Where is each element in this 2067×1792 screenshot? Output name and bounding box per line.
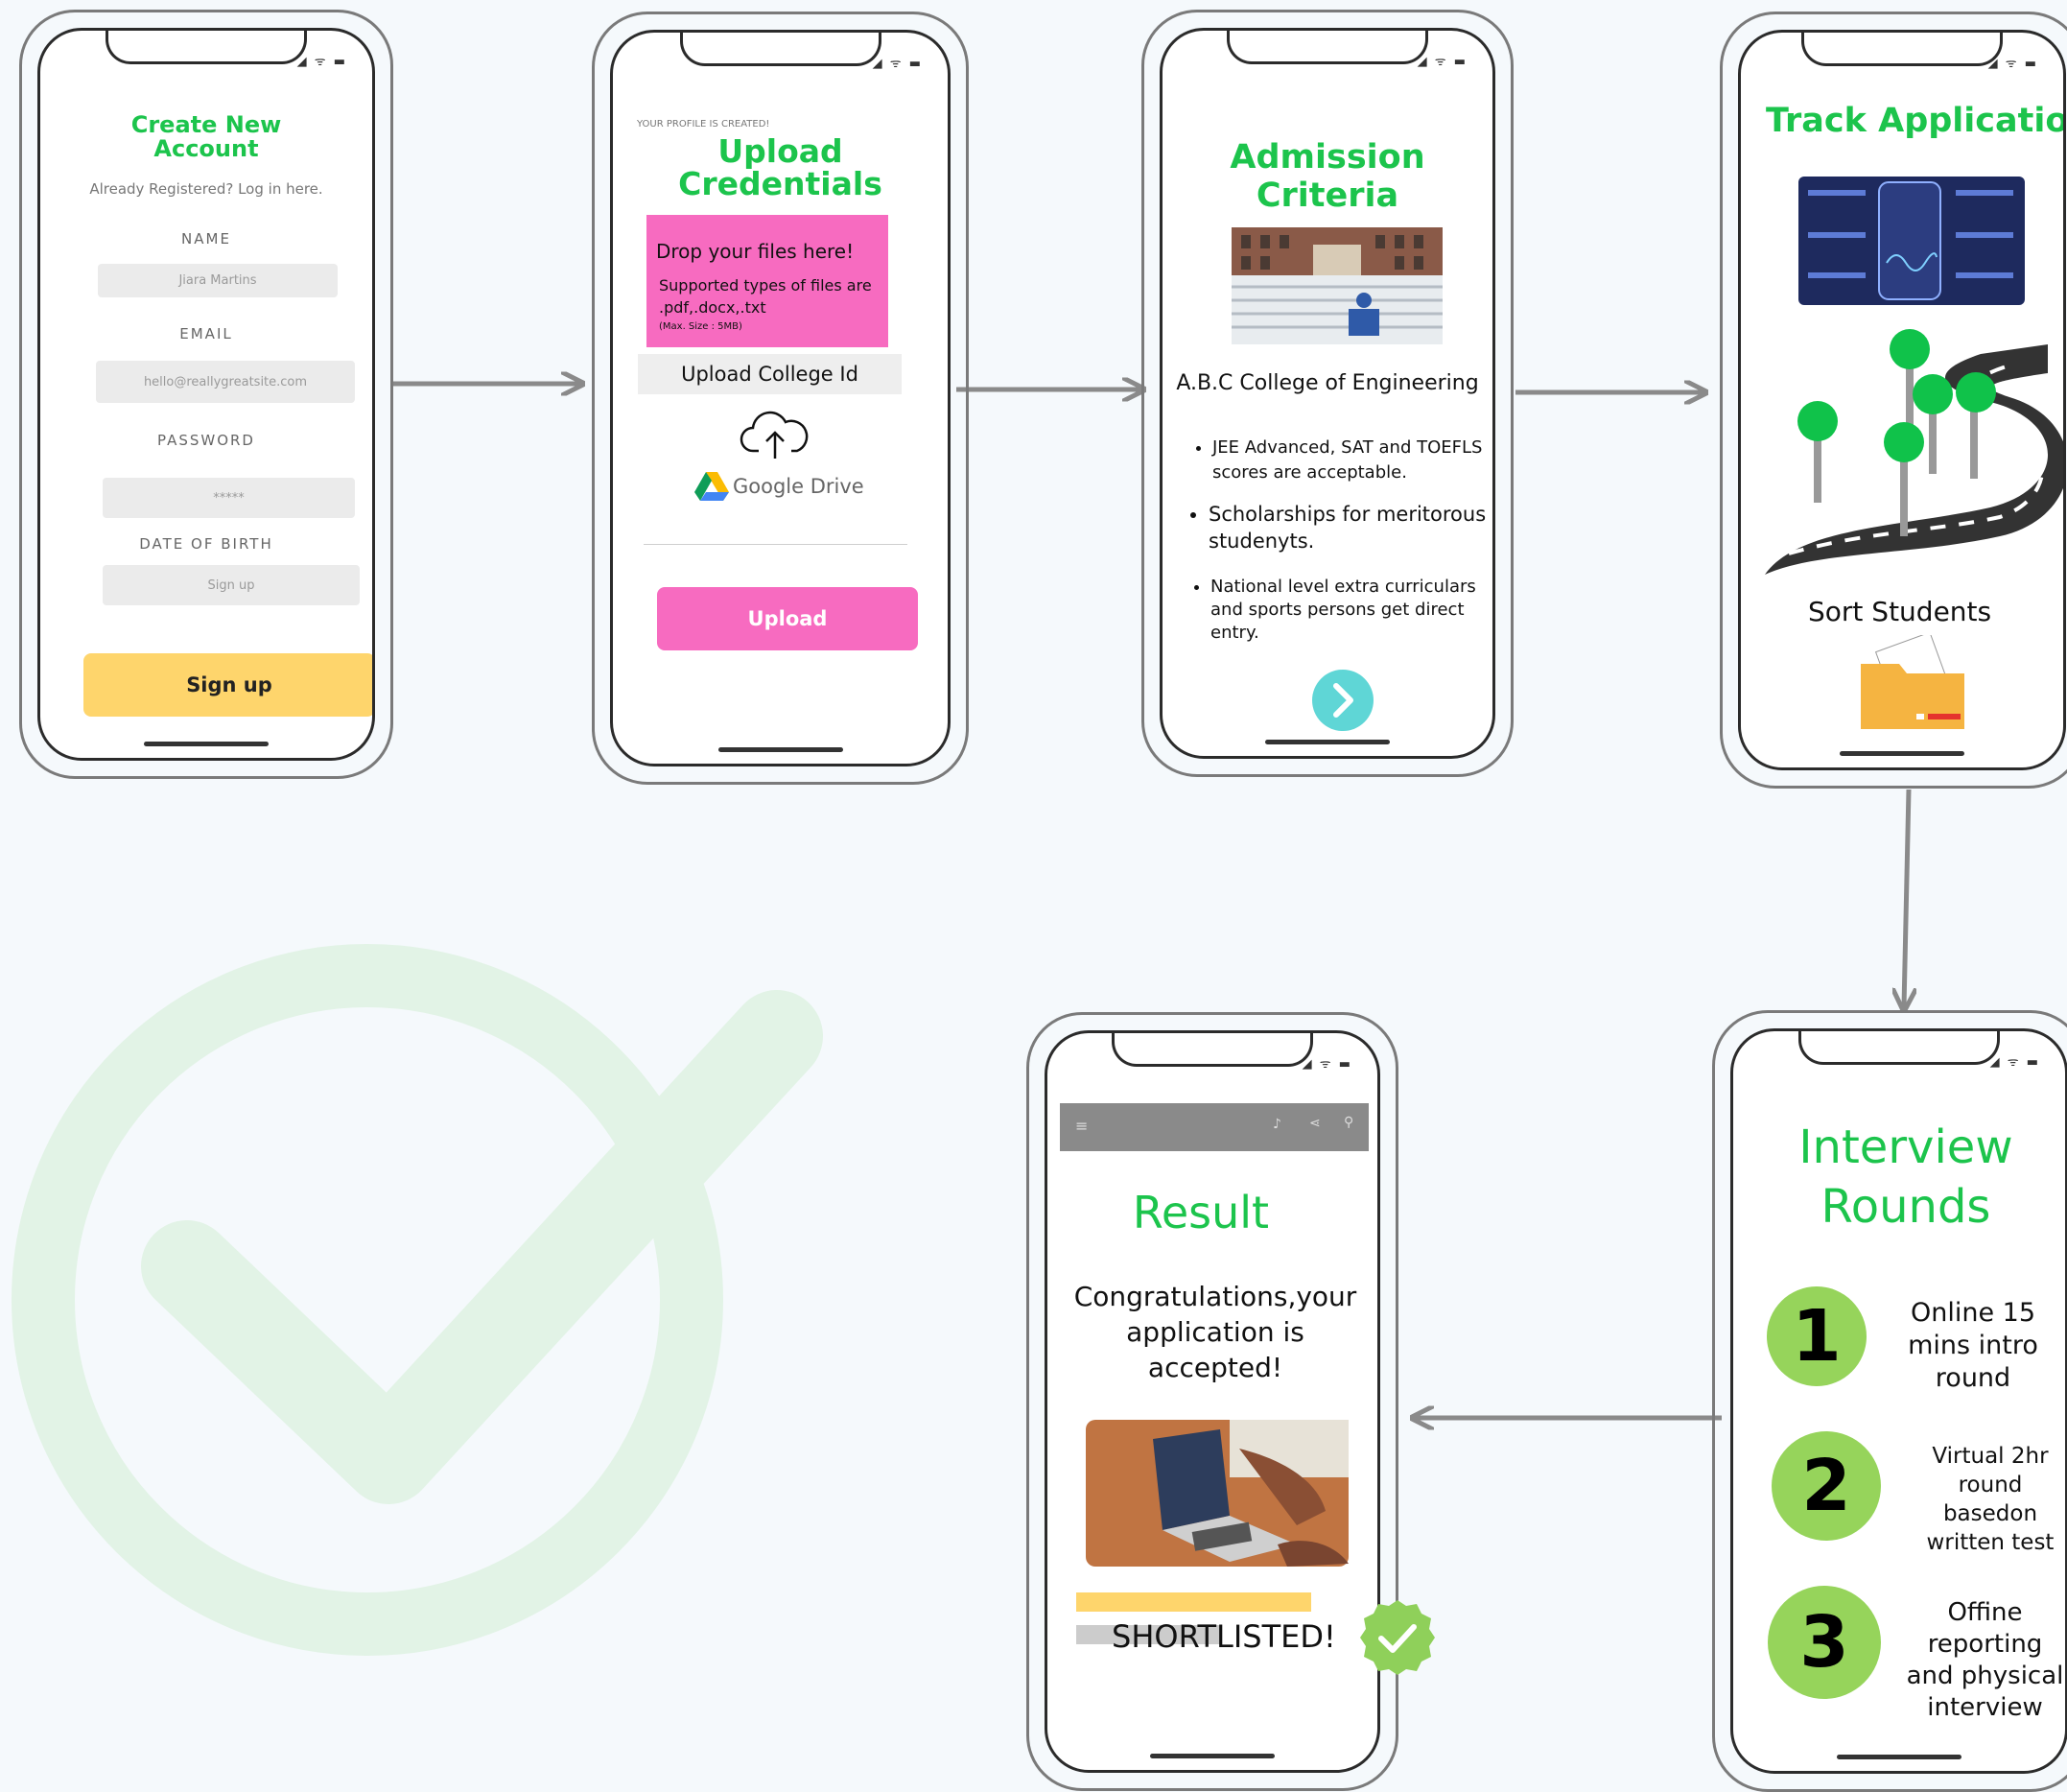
drop-title: Drop your files here!: [656, 240, 855, 263]
menu-icon[interactable]: ≡: [1075, 1117, 1088, 1135]
next-arrow-icon[interactable]: [1311, 669, 1374, 732]
password-field[interactable]: *****: [103, 478, 355, 518]
phone-interview-rounds: ◢ ᯤ ▬ Interview Rounds 1 Online 15 mins …: [1712, 1010, 2067, 1792]
screen: ◢ ᯤ ▬ YOUR PROFILE IS CREATED! Upload Cr…: [610, 30, 951, 766]
name-label: NAME: [181, 230, 231, 248]
home-indicator: [1840, 751, 1964, 756]
drop-types: Supported types of files are .pdf,.docx,…: [659, 276, 872, 317]
arrow-4: [1904, 789, 1909, 1007]
page-title: Upload Credentials: [678, 132, 882, 202]
status-bar-icons: ◢ ᯤ ▬: [872, 57, 923, 71]
road-map-illustration: [1765, 329, 2063, 575]
round-number-badge: 2: [1772, 1431, 1881, 1541]
name-field[interactable]: Jiara Martins: [98, 264, 338, 297]
page-title: Result: [1132, 1187, 1270, 1238]
phone-admission-criteria: ◢ ᯤ ▬ Admission Criteria A.B.C College o…: [1141, 10, 1514, 777]
criteria-bullet: Scholarships for meritorous studenyts.: [1187, 501, 1492, 554]
home-indicator: [1837, 1755, 1961, 1759]
folder-icon[interactable]: [1861, 635, 1968, 731]
status-bar-icons: ◢ ᯤ ▬: [1417, 55, 1468, 69]
round-description: Offine reporting and physical interview: [1906, 1598, 2064, 1722]
phone-notch: [1112, 1033, 1313, 1067]
password-label: PASSWORD: [156, 432, 255, 449]
google-drive-icon: [694, 472, 729, 501]
round-description: Online 15 mins intro round: [1908, 1298, 2038, 1393]
search-icon[interactable]: ⚲: [1344, 1115, 1353, 1130]
campus-photo: [1232, 227, 1443, 344]
app-dashboard-image: [1798, 177, 2025, 305]
status-bar-icons: ◢ ᯤ ▬: [1989, 1055, 2040, 1070]
cloud-upload-icon[interactable]: [740, 409, 810, 462]
phone-create-account: ◢ ᯤ ▬ Create New Account Already Registe…: [19, 10, 393, 779]
dob-label: DATE OF BIRTH: [139, 535, 273, 553]
shortlisted-check-icon: [1360, 1600, 1435, 1675]
home-indicator: [1265, 740, 1390, 744]
criteria-bullet: JEE Advanced, SAT and TOEFLS scores are …: [1191, 436, 1492, 485]
screen: ◢ ᯤ ▬ Interview Rounds 1 Online 15 mins …: [1730, 1028, 2067, 1774]
drop-size: (Max. Size : 5MB): [659, 321, 742, 332]
upload-college-id-button[interactable]: Upload College Id: [638, 354, 902, 394]
status-bar-icons: ◢ ᯤ ▬: [296, 55, 347, 69]
screen: ◢ ᯤ ▬ Track Application Sort Students: [1738, 30, 2066, 770]
round-number-badge: 3: [1768, 1586, 1881, 1699]
google-drive-option[interactable]: Google Drive: [694, 472, 864, 501]
upload-button[interactable]: Upload: [657, 587, 918, 650]
phone-notch: [106, 31, 307, 64]
status-bar-icons: ◢ ᯤ ▬: [1302, 1057, 1352, 1072]
highlight-bar: [1076, 1592, 1311, 1612]
page-title: Admission Criteria: [1230, 138, 1425, 215]
laptop-photo: [1086, 1420, 1349, 1567]
home-indicator: [717, 747, 843, 752]
divider: [644, 544, 907, 545]
login-link[interactable]: Already Registered? Log in here.: [40, 180, 372, 198]
google-drive-label: Google Drive: [733, 475, 864, 498]
round-description: Virtual 2hr round basedon written test: [1926, 1444, 2055, 1555]
screen: ◢ ᯤ ▬ Admission Criteria A.B.C College o…: [1160, 28, 1495, 759]
profile-created-notice: YOUR PROFILE IS CREATED!: [637, 119, 770, 130]
file-drop-zone[interactable]: Drop your files here! Supported types of…: [646, 215, 888, 347]
round-number-badge: 1: [1767, 1286, 1867, 1386]
phone-upload-credentials: ◢ ᯤ ▬ YOUR PROFILE IS CREATED! Upload Cr…: [592, 12, 969, 785]
status-bar-icons: ◢ ᯤ ▬: [1987, 57, 2038, 71]
criteria-bullet: National level extra curriculars and spo…: [1189, 576, 1492, 645]
phone-notch: [679, 33, 881, 66]
sort-students-label: Sort Students: [1808, 596, 1992, 627]
screen: ◢ ᯤ ▬ ≡ ♪ ⋖ ⚲ Result Congratulations,you…: [1045, 1030, 1380, 1773]
phone-notch: [1801, 33, 2003, 66]
home-indicator: [1150, 1754, 1275, 1758]
share-icon[interactable]: ⋖: [1309, 1116, 1321, 1131]
phone-notch: [1798, 1031, 2000, 1065]
college-name: A.B.C College of Engineering: [1176, 371, 1479, 395]
screen: ◢ ᯤ ▬ Create New Account Already Registe…: [37, 28, 375, 761]
email-field[interactable]: hello@reallygreatsite.com: [96, 361, 355, 403]
shortlisted-status: SHORTLISTED!: [1112, 1618, 1336, 1655]
phone-result: ◢ ᯤ ▬ ≡ ♪ ⋖ ⚲ Result Congratulations,you…: [1026, 1012, 1398, 1791]
home-indicator: [144, 742, 269, 746]
bell-icon[interactable]: ♪: [1273, 1117, 1281, 1132]
dob-field[interactable]: Sign up: [103, 565, 360, 605]
page-title: Interview Rounds: [1798, 1120, 2013, 1234]
sign-up-button[interactable]: Sign up: [83, 653, 372, 717]
page-title: Create New Account: [130, 111, 282, 162]
phone-notch: [1227, 31, 1428, 64]
email-label: EMAIL: [179, 325, 233, 342]
phone-track-application: ◢ ᯤ ▬ Track Application Sort Students: [1720, 12, 2067, 789]
app-bar: ≡ ♪ ⋖ ⚲: [1060, 1103, 1369, 1151]
page-title: Track Application: [1766, 102, 2066, 140]
result-message: Congratulations,your application is acce…: [1073, 1281, 1357, 1383]
